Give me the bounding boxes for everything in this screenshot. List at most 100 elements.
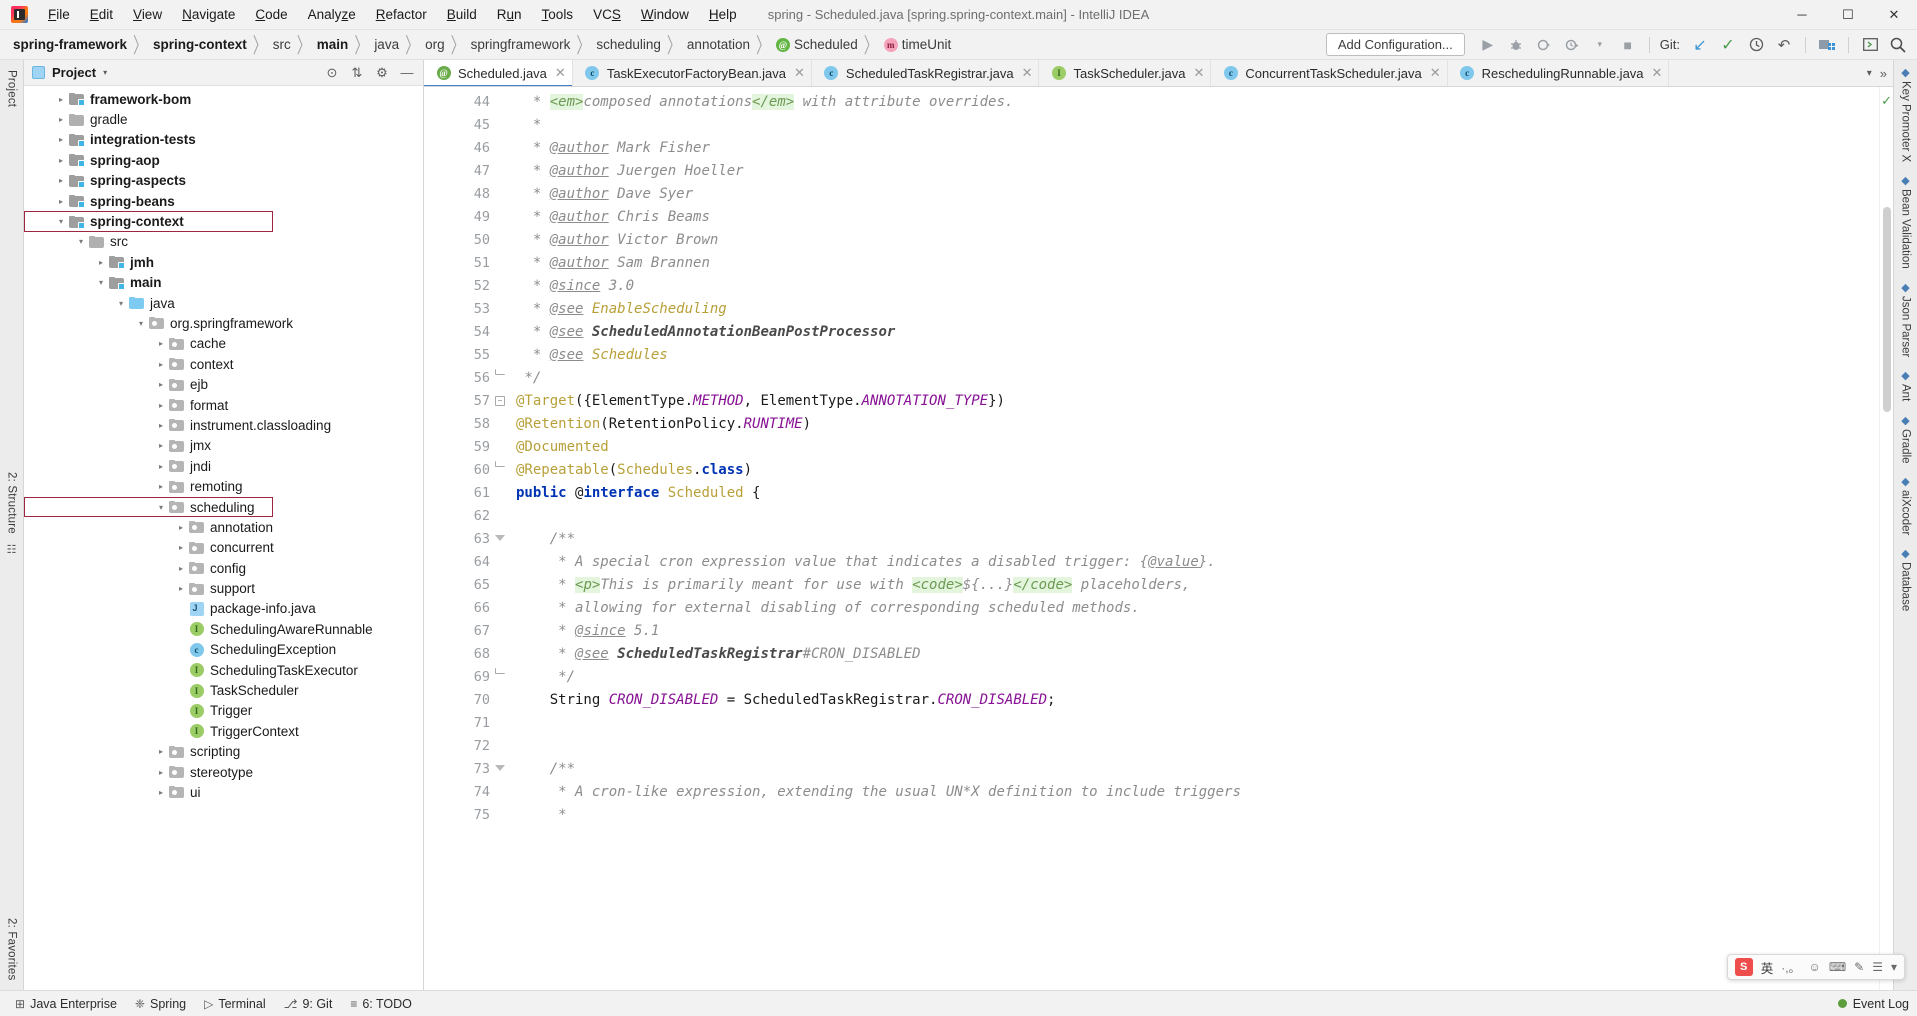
- code-line[interactable]: * A special cron expression value that i…: [508, 551, 1879, 574]
- tree-node-scripting[interactable]: ▸scripting: [24, 742, 423, 762]
- ime-emoji-icon[interactable]: ☺: [1809, 960, 1821, 974]
- ime-handwriting-icon[interactable]: ✎: [1854, 960, 1864, 974]
- tree-node-jndi[interactable]: ▸jndi: [24, 456, 423, 476]
- fold-triangle-icon[interactable]: [495, 534, 505, 544]
- status-java-enterprise[interactable]: ⊞Java Enterprise: [6, 995, 126, 1013]
- tree-node-taskscheduler[interactable]: ITaskScheduler: [24, 680, 423, 700]
- breadcrumb-item-spring-framework[interactable]: spring-framework: [10, 36, 130, 53]
- chevron-right-icon[interactable]: ▸: [154, 462, 168, 471]
- breadcrumb-item-timeunit[interactable]: mtimeUnit: [881, 36, 955, 53]
- breadcrumb-item-annotation[interactable]: annotation: [684, 36, 753, 53]
- event-log-area[interactable]: Event Log: [1838, 997, 1917, 1011]
- project-tree[interactable]: ▸framework-bom▸gradle▸integration-tests▸…: [24, 86, 423, 990]
- maximize-button[interactable]: ☐: [1825, 0, 1871, 30]
- tree-node-config[interactable]: ▸config: [24, 558, 423, 578]
- right-rail-ant[interactable]: ◆Ant: [1900, 369, 1912, 401]
- tree-node-spring-aop[interactable]: ▸spring-aop: [24, 150, 423, 170]
- breadcrumb-item-main[interactable]: main: [314, 36, 352, 53]
- chevron-right-icon[interactable]: ▸: [154, 339, 168, 348]
- breadcrumb-item-src[interactable]: src: [270, 36, 294, 53]
- chevron-right-icon[interactable]: ▸: [174, 543, 188, 552]
- close-tab-icon[interactable]: ✕: [1430, 65, 1441, 81]
- code-line[interactable]: * @see ScheduledTaskRegistrar#CRON_DISAB…: [508, 643, 1879, 666]
- menu-file[interactable]: File: [38, 3, 80, 27]
- close-button[interactable]: ✕: [1871, 0, 1917, 30]
- code-line[interactable]: /**: [508, 758, 1879, 781]
- build-hammer-icon[interactable]: hammer-icon: [1308, 42, 1323, 47]
- tree-node-java[interactable]: ▾java: [24, 293, 423, 313]
- chevron-right-icon[interactable]: ▸: [54, 176, 68, 185]
- right-rail-key-promoter-x[interactable]: ◆Key Promoter X: [1900, 66, 1912, 162]
- code-line[interactable]: public @interface Scheduled {: [508, 482, 1879, 505]
- event-log-label[interactable]: Event Log: [1853, 997, 1909, 1011]
- code-line[interactable]: * @see ScheduledAnnotationBeanPostProces…: [508, 321, 1879, 344]
- tree-node-package-info-java[interactable]: package-info.java: [24, 599, 423, 619]
- tree-node-concurrent[interactable]: ▸concurrent: [24, 538, 423, 558]
- code-line[interactable]: * @see EnableScheduling: [508, 298, 1879, 321]
- tree-node-spring-context[interactable]: ▾spring-context: [24, 211, 273, 231]
- chevron-down-icon[interactable]: ▾: [74, 237, 88, 246]
- project-structure-icon[interactable]: [1814, 33, 1840, 57]
- terminal-toolbar-icon[interactable]: [1857, 33, 1883, 57]
- menu-analyze[interactable]: Analyze: [298, 3, 366, 27]
- tree-node-integration-tests[interactable]: ▸integration-tests: [24, 130, 423, 150]
- code-line[interactable]: * allowing for external disabling of cor…: [508, 597, 1879, 620]
- fold-end-icon[interactable]: [495, 369, 505, 375]
- close-tab-icon[interactable]: ✕: [1652, 65, 1663, 81]
- code-line[interactable]: @Documented: [508, 436, 1879, 459]
- project-chevron-down-icon[interactable]: ▾: [103, 68, 107, 77]
- profile-icon[interactable]: [1559, 33, 1585, 57]
- code-line[interactable]: * @since 3.0: [508, 275, 1879, 298]
- chevron-right-icon[interactable]: ▸: [54, 197, 68, 206]
- editor-tab-reschedulingrunnable[interactable]: cReschedulingRunnable.java✕: [1448, 60, 1670, 86]
- chevron-right-icon[interactable]: ▸: [154, 482, 168, 491]
- close-tab-icon[interactable]: ✕: [1194, 65, 1205, 81]
- tree-node-ui[interactable]: ▸ui: [24, 782, 423, 802]
- tree-node-remoting[interactable]: ▸remoting: [24, 476, 423, 496]
- chevron-down-icon[interactable]: ▾: [134, 319, 148, 328]
- chevron-right-icon[interactable]: ▸: [54, 95, 68, 104]
- chevron-right-icon[interactable]: ▸: [154, 788, 168, 797]
- chevron-right-icon[interactable]: ▸: [154, 747, 168, 756]
- stop-icon[interactable]: ■: [1615, 33, 1641, 57]
- tree-node-annotation[interactable]: ▸annotation: [24, 517, 423, 537]
- tree-node-main[interactable]: ▾main: [24, 273, 423, 293]
- editor-tab-scheduled[interactable]: @Scheduled.java✕: [424, 60, 573, 86]
- tree-node-stereotype[interactable]: ▸stereotype: [24, 762, 423, 782]
- tree-node-support[interactable]: ▸support: [24, 578, 423, 598]
- scrollbar-thumb[interactable]: [1883, 207, 1891, 412]
- code-line[interactable]: * A cron-like expression, extending the …: [508, 781, 1879, 804]
- code-line[interactable]: [508, 505, 1879, 528]
- chevron-right-icon[interactable]: ▸: [54, 115, 68, 124]
- chevron-down-icon[interactable]: ▾: [154, 503, 168, 512]
- menu-help[interactable]: Help: [699, 3, 747, 27]
- fold-end-icon[interactable]: [495, 461, 505, 467]
- minimize-button[interactable]: ─: [1779, 0, 1825, 30]
- tree-node-gradle[interactable]: ▸gradle: [24, 109, 423, 129]
- breadcrumb-item-spring-context[interactable]: spring-context: [150, 36, 250, 53]
- code-line[interactable]: * @author Juergen Hoeller: [508, 160, 1879, 183]
- status-9-git[interactable]: ⎇9: Git: [275, 995, 342, 1013]
- fold-end-icon[interactable]: [495, 668, 505, 674]
- tree-node-cache[interactable]: ▸cache: [24, 334, 423, 354]
- profile-chevron-down-icon[interactable]: ▾: [1587, 33, 1613, 57]
- code-line[interactable]: *: [508, 114, 1879, 137]
- code-line[interactable]: * @author Victor Brown: [508, 229, 1879, 252]
- editor-tab-taskscheduler[interactable]: ITaskScheduler.java✕: [1039, 60, 1211, 86]
- fold-triangle-icon[interactable]: [495, 764, 505, 774]
- menu-build[interactable]: Build: [437, 3, 487, 27]
- tree-node-schedulingexception[interactable]: cSchedulingException: [24, 640, 423, 660]
- tree-node-framework-bom[interactable]: ▸framework-bom: [24, 89, 423, 109]
- menu-navigate[interactable]: Navigate: [172, 3, 245, 27]
- code-line[interactable]: * @author Dave Syer: [508, 183, 1879, 206]
- rail-structure-button[interactable]: 2: Structure: [6, 466, 18, 540]
- code-content[interactable]: * <em>composed annotations</em> with att…: [508, 87, 1879, 990]
- status-terminal[interactable]: ▷Terminal: [195, 995, 274, 1013]
- ime-punctuation-icon[interactable]: ·,。: [1781, 959, 1800, 976]
- menu-tools[interactable]: Tools: [532, 3, 584, 27]
- ime-keyboard-icon[interactable]: ⌨: [1829, 960, 1846, 974]
- code-line[interactable]: /**: [508, 528, 1879, 551]
- chevron-down-icon[interactable]: ▾: [54, 217, 68, 226]
- tree-node-jmh[interactable]: ▸jmh: [24, 252, 423, 272]
- chevron-right-icon[interactable]: ▸: [94, 258, 108, 267]
